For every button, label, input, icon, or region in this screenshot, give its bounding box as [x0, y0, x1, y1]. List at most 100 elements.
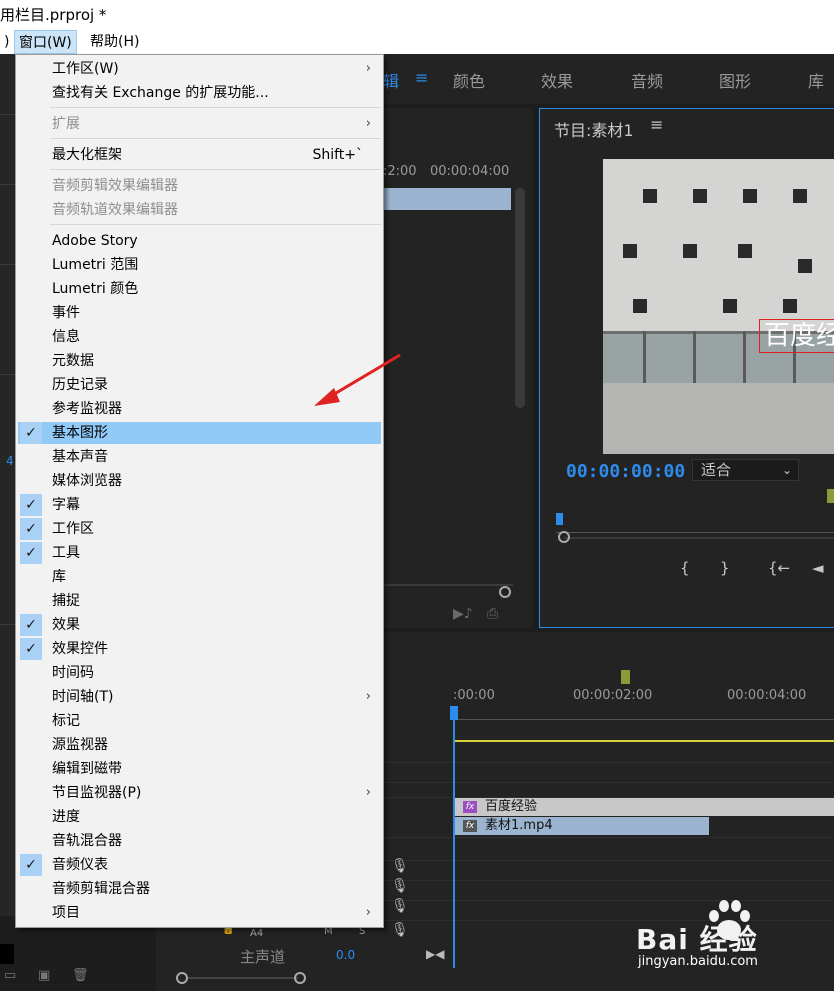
mark-in-button[interactable]: { — [680, 559, 690, 577]
timeline-zoom-scrollbar[interactable] — [176, 972, 306, 984]
menu-separator — [50, 224, 381, 225]
marker-icon[interactable] — [827, 489, 834, 503]
menu-item[interactable]: 节目监视器(P) › — [18, 782, 381, 804]
program-monitor-title[interactable]: 节目:素材1 — [554, 117, 634, 141]
zoom-knob-left[interactable] — [176, 972, 188, 984]
menu-item-shortcut: Shift+` — [312, 147, 363, 163]
program-scrub-knob[interactable] — [558, 531, 570, 543]
master-end-icon[interactable]: ▶◀ — [426, 947, 444, 961]
menu-item[interactable]: 捕捉 — [18, 590, 381, 612]
panel-menu-icon[interactable]: ≡ — [650, 115, 663, 134]
microphone-icon[interactable]: 🎙 — [391, 922, 409, 938]
zoom-fit-select[interactable]: 适合 ⌄ — [692, 459, 799, 481]
menu-item-label: 音频轨道效果编辑器 — [52, 202, 178, 218]
menu-item[interactable]: 历史记录 — [18, 374, 381, 396]
menu-item[interactable]: ✓ 工作区 — [18, 518, 381, 540]
tab-effects[interactable]: 效果 — [541, 68, 573, 92]
zoom-knob-right[interactable] — [294, 972, 306, 984]
menu-item[interactable]: Lumetri 范围 — [18, 254, 381, 276]
menu-item[interactable]: Lumetri 颜色 — [18, 278, 381, 300]
menu-item[interactable]: 时间轴(T) › — [18, 686, 381, 708]
step-back-button[interactable]: ◄ — [812, 559, 824, 577]
menu-item-label: 项目 — [52, 905, 80, 921]
menu-item[interactable]: 时间码 — [18, 662, 381, 684]
tab-menu-icon[interactable]: ≡ — [415, 68, 428, 87]
track-divider — [383, 782, 834, 783]
export-frame-icon[interactable]: ⎙ — [487, 606, 498, 622]
menu-item[interactable]: 最大化框架 Shift+` — [18, 144, 381, 166]
timeline-ruler[interactable] — [453, 712, 834, 720]
source-scrub-knob[interactable] — [499, 586, 511, 598]
microphone-icon[interactable]: 🎙 — [391, 898, 409, 914]
menu-item[interactable]: ✓ 效果控件 — [18, 638, 381, 660]
source-timecode-b: 00:00:04:00 — [430, 164, 510, 179]
program-scrub-track[interactable] — [564, 537, 834, 539]
fx-icon: fx — [463, 801, 477, 813]
trash-icon[interactable]: 🗑 — [72, 968, 89, 983]
marker-icon[interactable] — [621, 670, 630, 684]
menu-bar: ) 窗口(W) 帮助(H) — [0, 30, 834, 54]
strip-divider — [0, 114, 16, 115]
tab-graphics[interactable]: 图形 — [719, 68, 751, 92]
menu-item-label: 扩展 — [52, 116, 80, 132]
work-area-bar[interactable] — [455, 740, 834, 742]
program-playhead[interactable] — [556, 513, 563, 525]
master-volume-value[interactable]: 0.0 — [336, 948, 355, 962]
mark-out-button[interactable]: } — [720, 559, 730, 577]
menu-item[interactable]: 基本声音 — [18, 446, 381, 468]
new-item-icon[interactable]: ▣ — [38, 968, 50, 983]
menu-item[interactable]: 参考监视器 — [18, 398, 381, 420]
menu-item[interactable]: 项目 › — [18, 902, 381, 924]
strip-divider — [0, 264, 16, 265]
menu-item[interactable]: 编辑到磁带 — [18, 758, 381, 780]
menu-item[interactable]: 信息 — [18, 326, 381, 348]
menu-item[interactable]: 进度 — [18, 806, 381, 828]
menu-item[interactable]: 源监视器 — [18, 734, 381, 756]
menu-item[interactable]: ✓ 工具 — [18, 542, 381, 564]
microphone-icon[interactable]: 🎙 — [391, 878, 409, 894]
program-ruler[interactable] — [556, 521, 834, 533]
media-thumbnail[interactable] — [0, 944, 14, 964]
menu-item[interactable]: 工作区(W) › — [18, 58, 381, 80]
menu-window[interactable]: 窗口(W) — [14, 30, 77, 54]
menu-item[interactable]: 音轨混合器 — [18, 830, 381, 852]
video-clip[interactable]: fx 素材1.mp4 — [455, 817, 709, 835]
track-divider — [383, 880, 834, 881]
menu-item[interactable]: ✓ 效果 — [18, 614, 381, 636]
menu-item[interactable]: 标记 — [18, 710, 381, 732]
menu-item-label: 标记 — [52, 713, 80, 729]
program-monitor: 节目:素材1 ≡ 百度经 00:00:00:00 适合 ⌄ { } {← ◄ — [539, 108, 834, 628]
timeline-playhead[interactable] — [453, 708, 455, 968]
menu-help[interactable]: 帮助(H) — [86, 30, 143, 54]
window-shape — [723, 299, 737, 313]
insert-icon[interactable]: ▶♪ — [453, 606, 473, 622]
menu-item[interactable]: ✓ 字幕 — [18, 494, 381, 516]
menu-item[interactable]: 元数据 — [18, 350, 381, 372]
menu-item[interactable]: 库 — [18, 566, 381, 588]
menu-item[interactable]: Adobe Story — [18, 230, 381, 252]
menu-item[interactable]: ✓ 音频仪表 — [18, 854, 381, 876]
source-scrollbar[interactable] — [515, 188, 525, 408]
tab-editing[interactable]: 辑 — [383, 68, 399, 92]
microphone-icon[interactable]: 🎙 — [391, 858, 409, 874]
menu-item[interactable]: 媒体浏览器 — [18, 470, 381, 492]
tab-color[interactable]: 颜色 — [453, 68, 485, 92]
tab-audio[interactable]: 音频 — [631, 68, 663, 92]
tab-libraries[interactable]: 库 — [808, 68, 824, 92]
title-overlay-text[interactable]: 百度经 — [759, 319, 834, 353]
checkmark-icon: ✓ — [20, 518, 42, 540]
zoom-track[interactable] — [188, 977, 298, 979]
program-timecode[interactable]: 00:00:00:00 — [566, 461, 685, 482]
menu-item-label: 基本图形 — [52, 425, 108, 441]
title-clip[interactable]: fx 百度经验 — [455, 798, 834, 816]
menu-cut-item[interactable]: ) — [0, 30, 13, 54]
menu-item[interactable]: ✓ 基本图形 — [18, 422, 381, 444]
checkmark-icon: ✓ — [20, 542, 42, 564]
menu-item[interactable]: 音频剪辑混合器 — [18, 878, 381, 900]
menu-item[interactable]: 事件 — [18, 302, 381, 324]
source-work-area-bar[interactable] — [383, 188, 511, 210]
folder-icon[interactable]: ▭ — [4, 968, 16, 983]
go-to-in-button[interactable]: {← — [768, 559, 790, 577]
menu-item[interactable]: 查找有关 Exchange 的扩展功能... — [18, 82, 381, 104]
source-scrub-track[interactable] — [383, 584, 513, 586]
